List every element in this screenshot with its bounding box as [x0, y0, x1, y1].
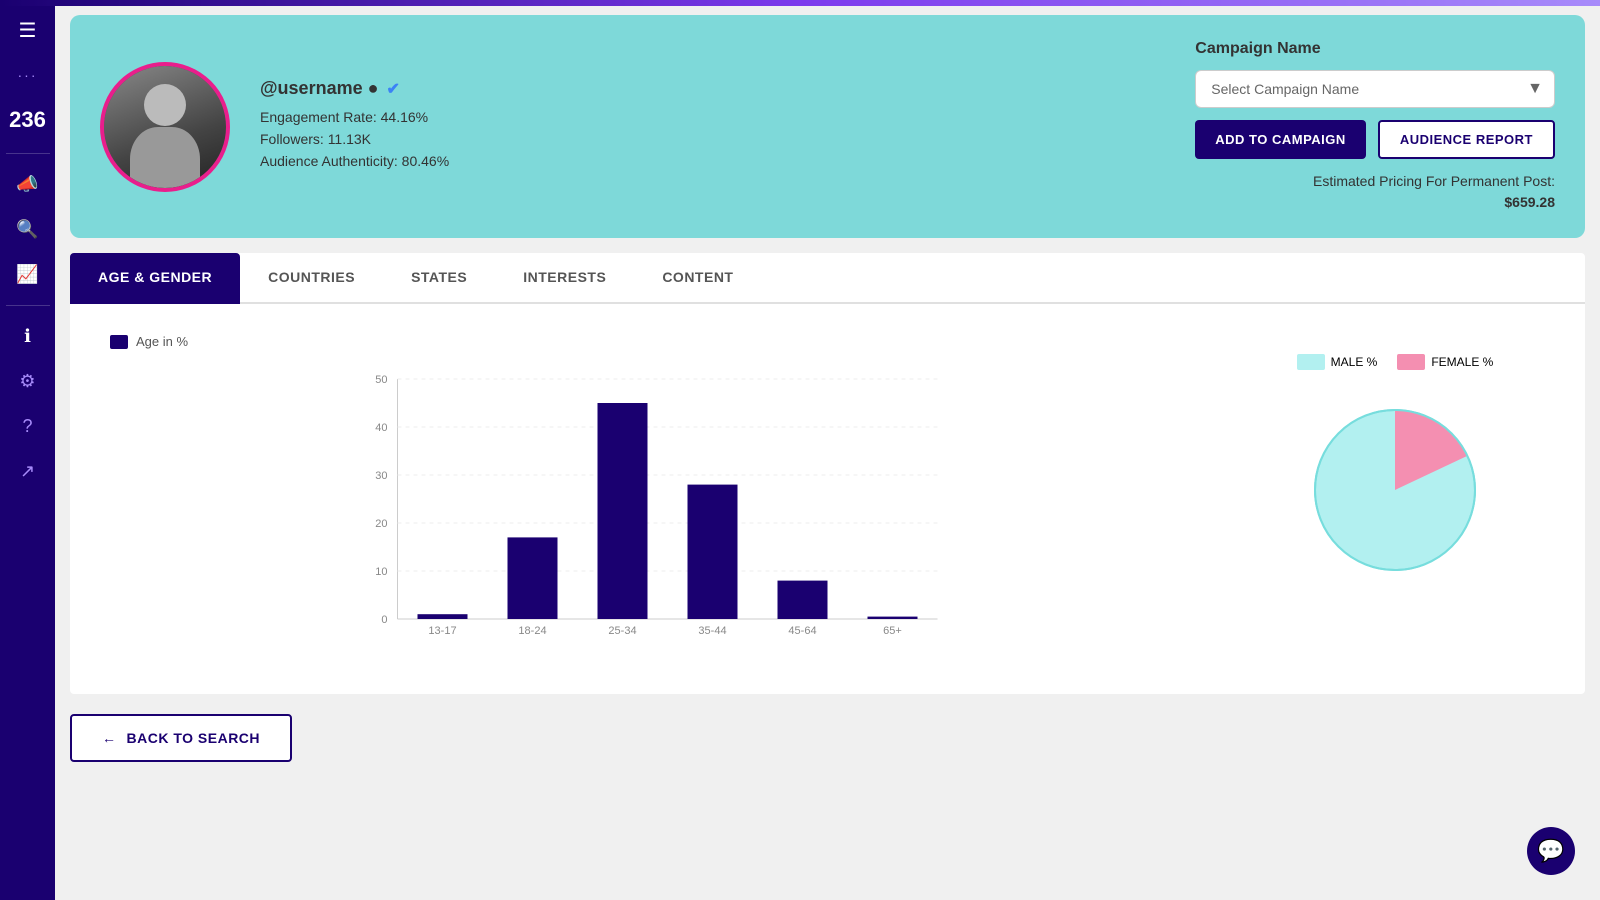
pie-legend-female: FEMALE % [1397, 354, 1493, 370]
bar-18-24 [508, 537, 558, 619]
sidebar-item-chart[interactable]: 📈 [0, 256, 55, 293]
campaign-select-dropdown[interactable]: Select Campaign Name [1195, 70, 1555, 108]
sidebar-item-megaphone[interactable]: 📣 [0, 166, 55, 203]
pricing-text: Estimated Pricing For Permanent Post: $6… [1313, 171, 1555, 213]
authenticity-label: Audience Authenticity: [260, 153, 398, 169]
chat-icon: 💬 [1537, 838, 1564, 864]
tab-content[interactable]: CONTENT [634, 253, 761, 304]
avatar-silhouette [104, 66, 226, 188]
svg-text:45-64: 45-64 [788, 625, 816, 637]
bar-45-64 [778, 581, 828, 619]
male-legend-color [1297, 354, 1325, 370]
followers-value: 11.13K [328, 131, 371, 147]
dots-icon: ··· [10, 59, 46, 91]
sidebar-divider-2 [6, 305, 50, 306]
sidebar-item-info[interactable]: ℹ [0, 318, 55, 355]
svg-text:18-24: 18-24 [518, 625, 546, 637]
pie-legend: MALE % FEMALE % [1297, 354, 1494, 370]
pricing-value: $659.28 [1504, 194, 1555, 210]
svg-text:50: 50 [375, 374, 387, 386]
hamburger-menu-icon[interactable]: ☰ [0, 10, 55, 51]
bar-legend-color-box [110, 335, 128, 349]
female-legend-color [1397, 354, 1425, 370]
svg-text:35-44: 35-44 [698, 625, 726, 637]
campaign-select-wrapper: Select Campaign Name ▼ [1195, 70, 1555, 108]
sidebar-count: 236 [1, 99, 54, 141]
followers-label: Followers: [260, 131, 324, 147]
back-to-search-button[interactable]: ← BACK TO SEARCH [70, 714, 292, 762]
authenticity-value: 80.46% [402, 153, 449, 169]
pie-chart-svg [1295, 390, 1495, 590]
main-content: @username ● ✔ Engagement Rate: 44.16% Fo… [55, 0, 1600, 900]
add-to-campaign-button[interactable]: ADD TO CAMPAIGN [1195, 120, 1366, 159]
svg-text:20: 20 [375, 518, 387, 530]
bar-13-17 [418, 614, 468, 619]
tab-states[interactable]: STATES [383, 253, 495, 304]
tab-interests[interactable]: INTERESTS [495, 253, 634, 304]
svg-text:25-34: 25-34 [608, 625, 636, 637]
bar-25-34 [598, 403, 648, 619]
pie-legend-male: MALE % [1297, 354, 1378, 370]
sidebar-item-help[interactable]: ? [0, 408, 55, 445]
back-button-label: BACK TO SEARCH [127, 730, 261, 746]
pie-chart-area: MALE % FEMALE % [1245, 334, 1545, 590]
profile-info: @username ● ✔ Engagement Rate: 44.16% Fo… [260, 78, 1165, 175]
chat-bubble-button[interactable]: 💬 [1527, 827, 1575, 875]
campaign-buttons: ADD TO CAMPAIGN AUDIENCE REPORT [1195, 120, 1555, 159]
sidebar-item-search[interactable]: 🔍 [0, 211, 55, 248]
back-btn-container: ← BACK TO SEARCH [70, 714, 1585, 762]
svg-text:65+: 65+ [883, 625, 902, 637]
svg-text:40: 40 [375, 422, 387, 434]
engagement-rate-label: Engagement Rate: [260, 109, 377, 125]
bar-chart-svg: 50 40 30 20 10 0 13-17 18-24 25-34 [110, 359, 1185, 664]
sidebar-divider [6, 153, 50, 154]
bar-35-44 [688, 485, 738, 619]
sidebar: ☰ ··· 236 📣 🔍 📈 ℹ ⚙ ? ↗ [0, 0, 55, 900]
engagement-rate-stat: Engagement Rate: 44.16% [260, 109, 1165, 125]
avatar [100, 62, 230, 192]
bar-chart-legend: Age in % [110, 334, 1185, 349]
audience-report-button[interactable]: AUDIENCE REPORT [1378, 120, 1555, 159]
svg-text:30: 30 [375, 470, 387, 482]
followers-stat: Followers: 11.13K [260, 131, 1165, 147]
verified-badge-icon: ✔ [386, 79, 399, 99]
pricing-label: Estimated Pricing For Permanent Post: [1313, 173, 1555, 189]
svg-text:10: 10 [375, 566, 387, 578]
sidebar-item-settings[interactable]: ⚙ [0, 363, 55, 400]
bar-legend-label: Age in % [136, 334, 188, 349]
profile-username: @username ● ✔ [260, 78, 1165, 99]
back-arrow-icon: ← [102, 730, 117, 746]
campaign-panel: Campaign Name Select Campaign Name ▼ ADD… [1195, 40, 1555, 213]
svg-text:0: 0 [381, 614, 387, 626]
bar-chart-area: Age in % 50 40 30 20 [110, 334, 1185, 664]
tabs-container: AGE & GENDER COUNTRIES STATES INTERESTS … [70, 253, 1585, 304]
bar-65plus [868, 617, 918, 619]
tab-age-gender[interactable]: AGE & GENDER [70, 253, 240, 304]
engagement-rate-value: 44.16% [381, 109, 428, 125]
profile-card: @username ● ✔ Engagement Rate: 44.16% Fo… [70, 15, 1585, 238]
female-legend-label: FEMALE % [1431, 355, 1493, 369]
username-text: @username ● [260, 78, 378, 99]
tab-countries[interactable]: COUNTRIES [240, 253, 383, 304]
svg-text:13-17: 13-17 [428, 625, 456, 637]
campaign-name-label: Campaign Name [1195, 40, 1320, 58]
authenticity-stat: Audience Authenticity: 80.46% [260, 153, 1165, 169]
chart-container: Age in % 50 40 30 20 [70, 304, 1585, 694]
male-legend-label: MALE % [1331, 355, 1378, 369]
top-stripe [0, 0, 1600, 6]
avatar-wrapper [100, 62, 230, 192]
sidebar-item-share[interactable]: ↗ [0, 453, 55, 490]
